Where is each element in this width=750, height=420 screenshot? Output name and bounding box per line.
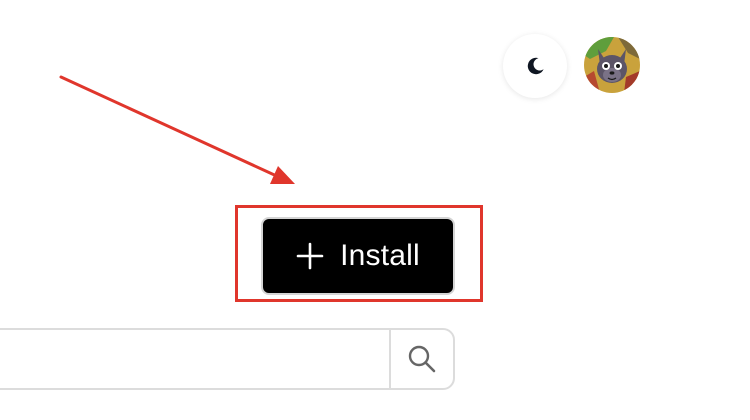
plus-icon (296, 242, 324, 270)
search-button[interactable] (389, 330, 453, 388)
moon-icon (527, 57, 544, 75)
install-button-label: Install (340, 239, 420, 272)
search-icon (408, 345, 436, 373)
theme-toggle-button[interactable] (503, 34, 567, 98)
avatar-image (584, 37, 640, 93)
install-button[interactable]: Install (261, 217, 455, 295)
user-avatar[interactable] (584, 37, 640, 93)
search-bar (0, 328, 455, 390)
search-input[interactable] (0, 330, 389, 388)
